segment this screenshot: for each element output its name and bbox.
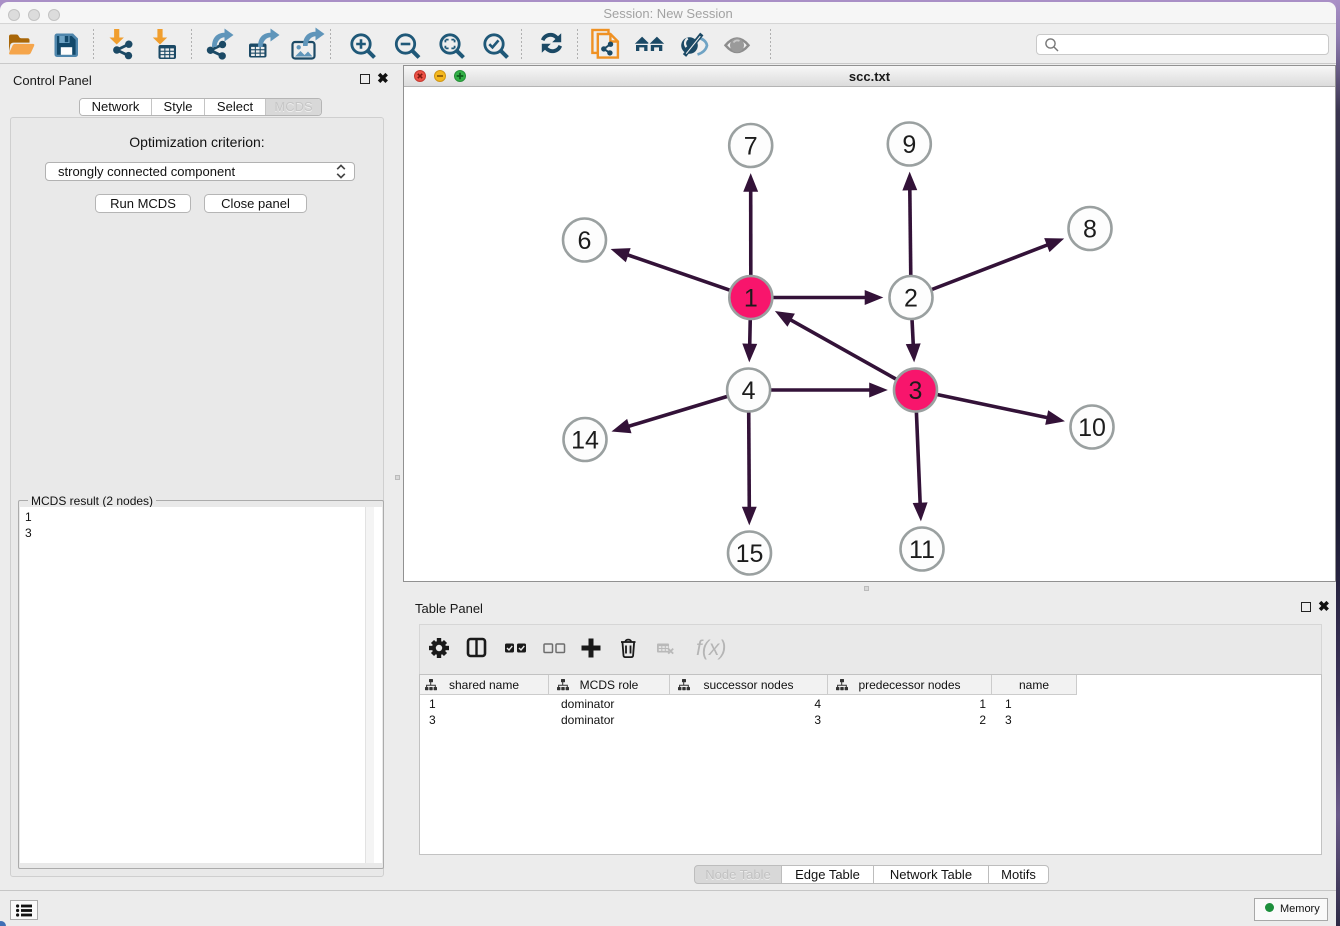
svg-text:2: 2 (904, 285, 918, 313)
svg-text:3: 3 (909, 377, 923, 405)
svg-text:11: 11 (909, 536, 935, 564)
svg-text:7: 7 (744, 133, 758, 161)
svg-text:8: 8 (1083, 216, 1097, 244)
svg-text:9: 9 (902, 131, 916, 159)
svg-text:6: 6 (578, 227, 592, 255)
svg-text:14: 14 (571, 427, 599, 455)
svg-text:1: 1 (744, 285, 758, 313)
svg-text:4: 4 (742, 377, 756, 405)
svg-text:10: 10 (1078, 414, 1106, 442)
svg-text:15: 15 (736, 540, 764, 568)
svg-text:f(x): f(x) (696, 637, 726, 660)
